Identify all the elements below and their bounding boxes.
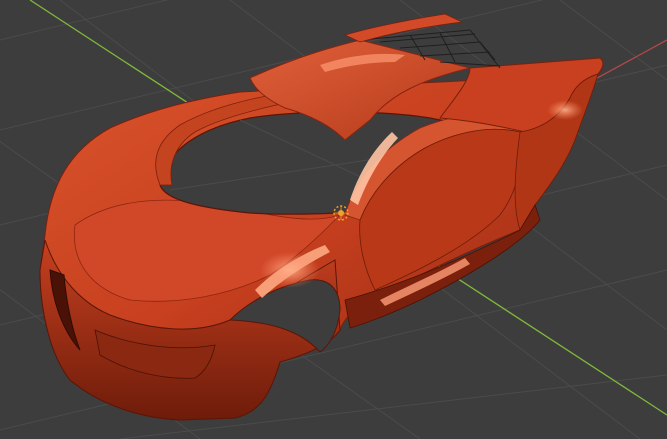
3d-viewport[interactable] (0, 0, 667, 439)
viewport-canvas[interactable] (0, 0, 667, 439)
rear-quarter-shine (547, 100, 583, 120)
front-fender-shine (260, 252, 320, 288)
